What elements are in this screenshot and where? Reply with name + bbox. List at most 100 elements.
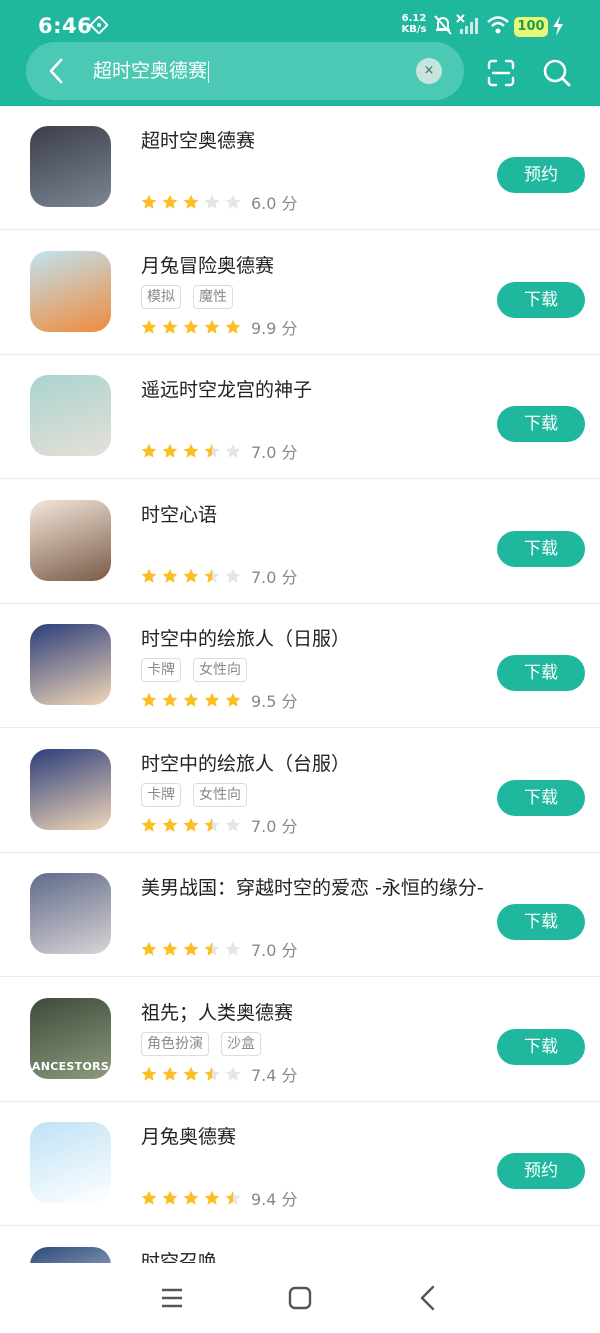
app-name[interactable]: 遥远时空龙宫的神子 [141,375,312,402]
star-icon [204,1190,220,1205]
tag-list: 角色扮演 沙盒 [141,1031,273,1056]
star-icon [204,568,220,583]
genre-tag[interactable]: 沙盒 [221,1031,261,1056]
app-name[interactable]: 美男战国：穿越时空的爱恋 -永恒的缘分- [141,873,484,900]
list-item[interactable]: 时空中的绘旅人（台服） 卡牌 女性向 7.0 分下载 [0,729,600,853]
star-icon [141,194,157,209]
menu-icon[interactable] [157,1283,187,1313]
app-name[interactable]: 时空心语 [141,500,217,527]
star-icon [141,692,157,707]
download-button[interactable]: 下载 [497,406,585,442]
app-icon-text: ANCESTORS [31,1059,110,1073]
star-icon [183,1066,199,1081]
list-item[interactable]: 月兔冒险奥德赛 模拟 魔性 9.9 分 下载 [0,231,600,355]
list-item[interactable]: 时空心语 7.0 分 下载 [0,480,600,604]
star-icon [225,692,241,707]
app-name[interactable]: 祖先；人类奥德赛 [141,998,293,1025]
star-icon [225,319,241,334]
chevron-left-icon[interactable] [42,56,72,86]
download-button[interactable]: 下载 [497,779,585,816]
tag-list: 模拟 魔性 [141,284,245,309]
search-icon[interactable] [542,58,572,88]
list-item[interactable]: 时空召唤 [0,1227,600,1264]
app-name[interactable]: 时空召唤 [141,1247,217,1264]
app-name[interactable]: 月兔冒险奥德赛 [141,251,274,278]
rating-score: 9.4 分 [251,1190,298,1209]
signal-off-icon [456,14,478,34]
rating: 7.0 分 [141,813,298,836]
app-icon[interactable]: ANCESTORS [30,997,111,1079]
app-icon[interactable] [30,126,111,207]
download-button[interactable]: 下载 [497,530,585,567]
rating-score: 7.0 分 [251,941,298,960]
genre-tag[interactable]: 卡牌 [141,658,181,682]
genre-tag[interactable]: 角色扮演 [141,1031,209,1056]
list-item[interactable]: 月兔奥德赛 9.4 分 预约 [0,1102,600,1226]
rating: 7.0 分 [141,439,298,462]
net-speed-value: 6.12 [401,13,427,24]
reserve-button[interactable]: 预约 [497,157,585,193]
download-button[interactable]: 下载 [497,904,585,940]
search-field[interactable] [26,42,464,100]
star-icon [141,319,157,334]
list-item[interactable]: ANCESTORS 祖先；人类奥德赛 角色扮演 沙盒 7.4 分 下载 [0,978,600,1102]
app-icon[interactable] [30,375,111,456]
star-rating-icon [141,692,241,707]
star-icon [204,817,220,832]
genre-tag[interactable]: 魔性 [193,284,233,309]
rating: 7.0 分 [141,937,298,960]
star-rating-icon [141,443,241,458]
download-button[interactable]: 下载 [497,1028,585,1065]
app-icon[interactable] [30,748,111,830]
genre-tag[interactable]: 模拟 [141,284,181,309]
star-icon [162,941,178,956]
star-icon [162,1066,178,1081]
tag-list: 卡牌 女性向 [141,782,259,807]
list-item[interactable]: 美男战国：穿越时空的爱恋 -永恒的缘分- 7.0 分 下载 [0,853,600,977]
star-icon [141,941,157,956]
app-name[interactable]: 时空中的绘旅人（日服） [141,624,350,651]
scan-icon[interactable] [486,58,516,88]
app-icon[interactable] [30,499,111,581]
star-rating-icon [141,568,241,583]
text-caret [208,60,210,83]
star-icon [204,692,220,707]
status-time: 6:46 [38,14,93,38]
list-item[interactable]: 超时空奥德赛 6.0 分 预约 [0,106,600,230]
app-name[interactable]: 超时空奥德赛 [141,126,255,153]
list-item[interactable]: 时空中的绘旅人（日服） 卡牌 女性向 9.5 分 下载 [0,604,600,728]
tag-list: 卡牌 女性向 [141,658,259,682]
rating: 7.4 分 [141,1062,298,1085]
app-icon[interactable] [30,1122,111,1203]
app-icon[interactable] [30,873,111,954]
home-square-icon[interactable] [285,1283,315,1313]
genre-tag[interactable]: 卡牌 [141,782,181,807]
rating: 7.0 分 [141,564,298,587]
search-results-list[interactable]: 超时空奥德赛 6.0 分预约 月兔冒险奥德赛 模拟 魔性 9.9 分下载 遥远时空龙宫的神子… [0,106,600,1263]
clear-x-icon[interactable]: × [416,58,442,84]
back-triangle-icon[interactable] [413,1283,443,1313]
rating-score: 6.0 分 [251,194,298,213]
star-icon [225,941,241,956]
app-icon[interactable] [30,250,111,332]
rating: 9.5 分 [141,688,298,711]
app-name[interactable]: 月兔奥德赛 [141,1122,236,1149]
star-rating-icon [141,194,241,209]
star-icon [183,817,199,832]
genre-tag[interactable]: 女性向 [193,782,247,807]
search-input[interactable]: 超时空奥德赛 [93,58,210,84]
app-icon[interactable] [30,624,111,705]
status-bar: 6:46 6.12 KB/s 100 [0,0,600,44]
star-icon [225,1190,241,1205]
app-icon[interactable] [30,1246,111,1263]
battery-icon: 100 [514,17,548,37]
list-item[interactable]: 遥远时空龙宫的神子 7.0 分 下载 [0,355,600,479]
app-name[interactable]: 时空中的绘旅人（台服） [141,749,350,776]
star-icon [225,568,241,583]
rating: 9.4 分 [141,1186,298,1209]
reserve-button[interactable]: 预约 [497,1153,585,1189]
download-button[interactable]: 下载 [497,655,585,691]
genre-tag[interactable]: 女性向 [193,658,247,682]
download-button[interactable]: 下载 [497,281,585,318]
rating-score: 7.0 分 [251,816,298,836]
